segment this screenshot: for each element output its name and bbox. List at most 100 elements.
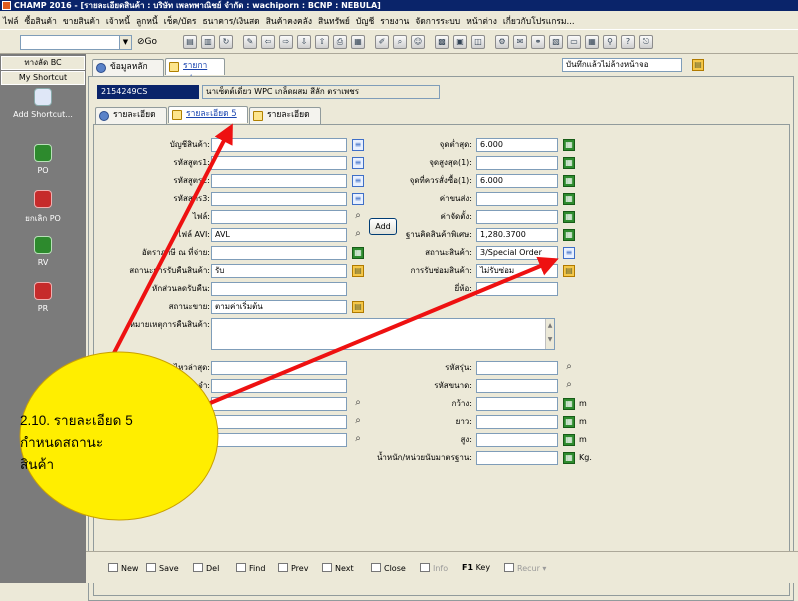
scrollbar[interactable]: ▲ ▼ [545,319,554,349]
save-button[interactable]: Save [146,563,179,573]
help-icon[interactable]: ? [621,35,635,49]
withholding-tax-field[interactable] [211,246,347,260]
brand-field[interactable] [476,282,558,296]
folder-icon[interactable]: ▤ [352,265,364,277]
f1-key-button[interactable]: F1 Key [462,563,490,572]
delete-button[interactable]: Del [193,563,219,573]
calculator-icon[interactable]: ▦ [351,35,365,49]
search-icon[interactable]: ⌕ [563,380,575,392]
deposit-field[interactable] [211,379,347,393]
chart-icon[interactable]: ▧ [549,35,563,49]
calculator-icon[interactable]: ▦ [563,193,575,205]
back-icon[interactable]: ⇦ [261,35,275,49]
tab-detail-4[interactable]: รายละเอียด 4 [95,107,167,135]
grid-icon[interactable]: ▩ [435,35,449,49]
shipping-cost-field[interactable] [476,192,558,206]
forward-icon[interactable]: ⇨ [279,35,293,49]
add-shortcut-button[interactable]: Add Shortcut... [0,88,86,119]
shortcut-po[interactable]: PO [0,144,86,175]
notes-icon[interactable]: ▥ [201,35,215,49]
menu-item-creditor[interactable]: เจ้าหนี้ [103,11,133,28]
menu-item-accounting[interactable]: บัญชี [353,11,377,28]
menu-item-file[interactable]: ไฟล์ [0,11,22,28]
calculator-icon[interactable]: ▦ [563,175,575,187]
last-movement-field[interactable] [211,361,347,375]
menu-item-system[interactable]: จัดการระบบ [412,11,463,28]
lookup-icon[interactable]: ≡ [352,157,364,169]
new-button[interactable]: New [108,563,138,573]
refresh-icon[interactable]: ↻ [219,35,233,49]
close-button[interactable]: Close [371,563,406,573]
lookup-icon[interactable]: ≡ [352,139,364,151]
search-icon[interactable]: ⌕ [352,434,364,446]
menu-item-window[interactable]: หน้าต่าง [463,11,500,28]
lookup-icon[interactable]: ≡ [563,247,575,259]
print-preview-icon[interactable]: ⎙ [333,35,347,49]
shortcut-pr[interactable]: PR [0,282,86,313]
chevron-down-icon[interactable]: ▼ [119,36,131,49]
extra-field-1[interactable] [211,415,347,429]
tab-other-items[interactable]: รายการอื่นๆ [165,58,225,86]
tab-detail-6[interactable]: รายละเอียด 6 [249,107,321,135]
max-point-field[interactable] [476,156,558,170]
go-button[interactable]: ⊘Go [137,37,157,47]
width-field[interactable] [476,397,558,411]
menu-item-assets[interactable]: สินทรัพย์ [315,11,353,28]
table-icon[interactable]: ▦ [585,35,599,49]
find-button[interactable]: Find [236,563,265,573]
return-discount-field[interactable] [211,282,347,296]
model-code-field[interactable] [476,361,558,375]
tab-detail-5[interactable]: รายละเอียด 5 [168,106,248,123]
mail-icon[interactable]: ✉ [513,35,527,49]
search-icon[interactable]: ⌕ [393,35,407,49]
monitor-icon[interactable]: ▭ [567,35,581,49]
calculator-icon[interactable]: ▦ [563,157,575,169]
next-button[interactable]: Next [322,563,354,573]
folder-icon[interactable]: ▤ [352,301,364,313]
browse-icon[interactable]: ⌕ [352,211,364,223]
calculator-icon[interactable]: ▦ [563,452,575,464]
lookup-icon[interactable]: ≡ [352,193,364,205]
weight-field[interactable] [476,451,558,465]
lookup-icon[interactable]: ≡ [352,175,364,187]
item-code-field[interactable]: 2154249CS [97,85,199,99]
search-icon[interactable]: ⌕ [352,416,364,428]
info-button[interactable]: Info [420,563,448,573]
add-button[interactable]: Add [369,218,397,235]
shortcut-group-bc[interactable]: ทางลัด BC [1,56,85,70]
box-icon[interactable]: ◫ [471,35,485,49]
shortcut-rv[interactable]: RV [0,236,86,267]
height-field[interactable] [476,433,558,447]
calculator-icon[interactable]: ▦ [563,434,575,446]
formula3-field[interactable] [211,192,347,206]
size-code-field[interactable] [476,379,558,393]
menu-item-report[interactable]: รายงาน [377,11,412,28]
goto-combo[interactable]: ▼ [20,35,132,50]
folder-icon[interactable]: ▤ [563,265,575,277]
link-icon[interactable]: ⚭ [531,35,545,49]
sale-status-field[interactable]: ตามค่าเริ่มต้น [211,300,347,314]
search-icon[interactable]: ⌕ [563,362,575,374]
calculator-icon[interactable]: ▦ [563,229,575,241]
sale-field[interactable] [211,397,347,411]
import-icon[interactable]: ⇩ [297,35,311,49]
settings-icon[interactable]: ⚙ [495,35,509,49]
calculator-icon[interactable]: ▦ [563,211,575,223]
setup-cost-field[interactable] [476,210,558,224]
document-icon[interactable]: ▤ [183,35,197,49]
special-base-field[interactable]: 1,280.3700 [476,228,558,242]
prev-button[interactable]: Prev [278,563,308,573]
calculator-icon[interactable]: ▦ [563,416,575,428]
browse-icon[interactable]: ⌕ [352,229,364,241]
edit-icon[interactable]: ✎ [243,35,257,49]
avi-file-field[interactable]: AVL [211,228,347,242]
shortcut-group-my[interactable]: My Shortcut [1,71,85,85]
folder-icon[interactable]: ▤ [692,59,704,71]
shortcut-cancel-po[interactable]: ยกเลิก PO [0,190,86,225]
list-icon[interactable]: ▦ [352,247,364,259]
user-icon[interactable]: ☺ [411,35,425,49]
menu-item-about[interactable]: เกี่ยวกับโปรแกรม... [500,11,578,28]
tools-icon[interactable]: ✐ [375,35,389,49]
reorder-point-field[interactable]: 6.000 [476,174,558,188]
save-option-select[interactable]: บันทึกแล้วไม่ล้างหน้าจอ [562,58,682,72]
